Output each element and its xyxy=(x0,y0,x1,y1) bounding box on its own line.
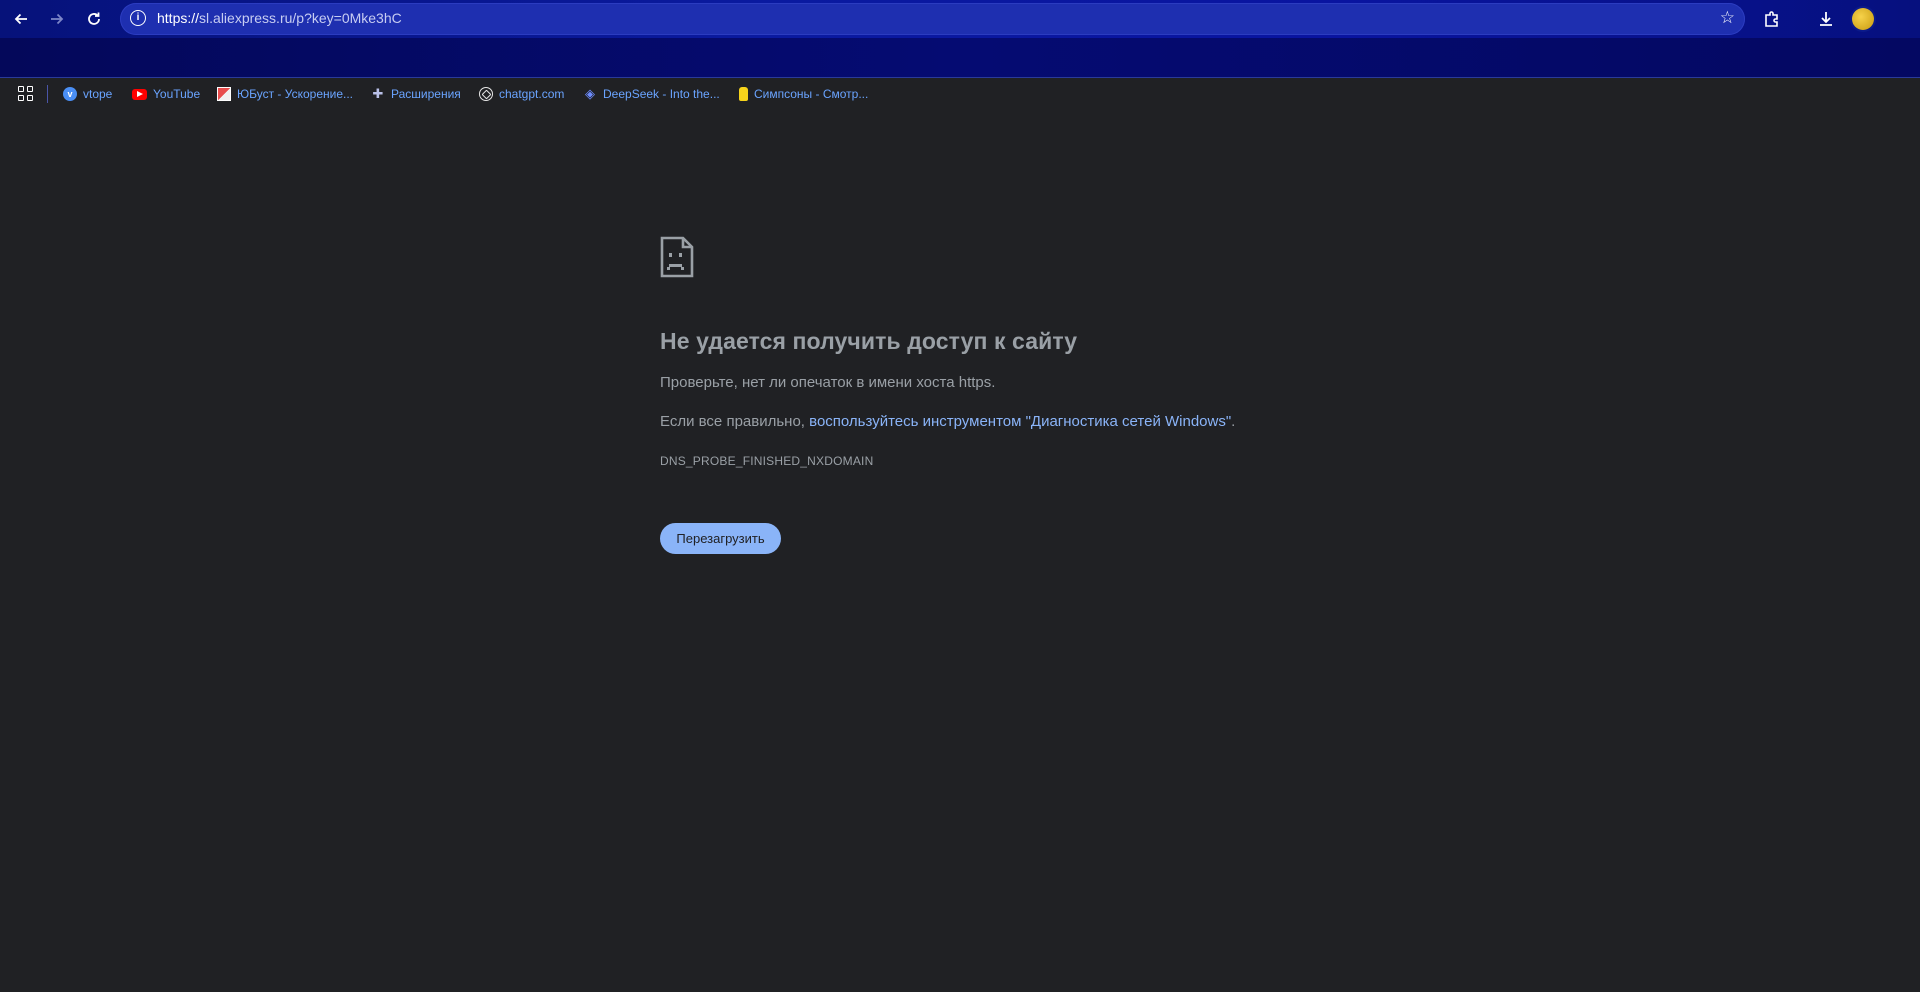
arrow-right-icon xyxy=(51,13,64,25)
vtope-favicon-icon: v xyxy=(63,87,77,101)
back-button[interactable] xyxy=(7,5,35,33)
browser-toolbar: i https://sl.aliexpress.ru/p?key=0Mke3hC… xyxy=(0,0,1920,38)
youtube-favicon-icon xyxy=(132,88,147,100)
url-text[interactable]: https://sl.aliexpress.ru/p?key=0Mke3hC xyxy=(157,10,402,26)
arrow-left-icon xyxy=(14,13,27,25)
error-hint-suffix: . xyxy=(1231,413,1236,430)
bookmark-extensions[interactable]: ✚ Расширения xyxy=(371,86,461,102)
bookmark-yubust[interactable]: ЮБуст - Ускорение... xyxy=(217,86,353,102)
yubust-favicon-icon xyxy=(217,87,231,101)
bookmark-label: Симпсоны - Смотр... xyxy=(754,87,869,101)
url-host-path: sl.aliexpress.ru/p?key=0Mke3hC xyxy=(199,10,402,26)
bookmark-simpsons[interactable]: Симпсоны - Смотр... xyxy=(737,86,868,102)
error-title: Не удается получить доступ к сайту xyxy=(660,328,1078,354)
bookmarks-bar: v vtope YouTube ЮБуст - Ускорение... ✚ Р… xyxy=(0,38,1920,103)
puzzle-favicon-icon: ✚ xyxy=(372,86,384,101)
error-hint-prefix: Если все правильно, xyxy=(660,413,810,430)
bookmark-star-icon[interactable]: ☆ xyxy=(1720,8,1735,28)
reload-page-button[interactable]: Перезагрузить xyxy=(660,523,781,554)
forward-button[interactable] xyxy=(43,5,71,33)
bookmarks-divider xyxy=(47,85,48,103)
network-diagnostics-link[interactable]: воспользуйтесь инструментом "Диагностика… xyxy=(809,413,1231,430)
bookmark-label: chatgpt.com xyxy=(499,87,565,101)
apps-grid-icon[interactable] xyxy=(18,86,34,102)
reload-icon xyxy=(88,12,100,25)
download-icon xyxy=(1820,12,1832,26)
bookmark-label: DeepSeek - Into the... xyxy=(603,87,720,101)
error-hint-diagnostics: Если все правильно, воспользуйтесь инстр… xyxy=(660,413,1235,430)
bookmark-label: vtope xyxy=(83,87,113,101)
site-info-icon[interactable]: i xyxy=(130,10,146,26)
extensions-icon xyxy=(1765,11,1778,27)
reload-button[interactable] xyxy=(80,5,108,33)
bookmark-label: ЮБуст - Ускорение... xyxy=(237,87,353,101)
error-hint-typo: Проверьте, нет ли опечаток в имени хоста… xyxy=(660,374,996,391)
profile-avatar[interactable] xyxy=(1852,8,1874,30)
bookmark-deepseek[interactable]: ◈ DeepSeek - Into the... xyxy=(583,86,720,102)
url-scheme: https:// xyxy=(157,10,200,26)
extensions-button[interactable] xyxy=(1758,5,1786,33)
chatgpt-favicon-icon xyxy=(479,87,493,101)
sad-page-icon xyxy=(660,236,694,278)
bookmark-vtope[interactable]: v vtope xyxy=(63,86,112,102)
address-bar[interactable]: i https://sl.aliexpress.ru/p?key=0Mke3hC… xyxy=(120,3,1745,35)
bookmark-label: Расширения xyxy=(391,87,461,101)
downloads-button[interactable] xyxy=(1812,5,1840,33)
error-code: DNS_PROBE_FINISHED_NXDOMAIN xyxy=(660,454,874,468)
simpsons-favicon-icon xyxy=(739,87,748,101)
deepseek-favicon-icon: ◈ xyxy=(585,86,595,101)
bookmark-chatgpt[interactable]: chatgpt.com xyxy=(479,86,564,102)
bookmark-youtube[interactable]: YouTube xyxy=(132,86,200,102)
bookmark-label: YouTube xyxy=(153,87,201,101)
